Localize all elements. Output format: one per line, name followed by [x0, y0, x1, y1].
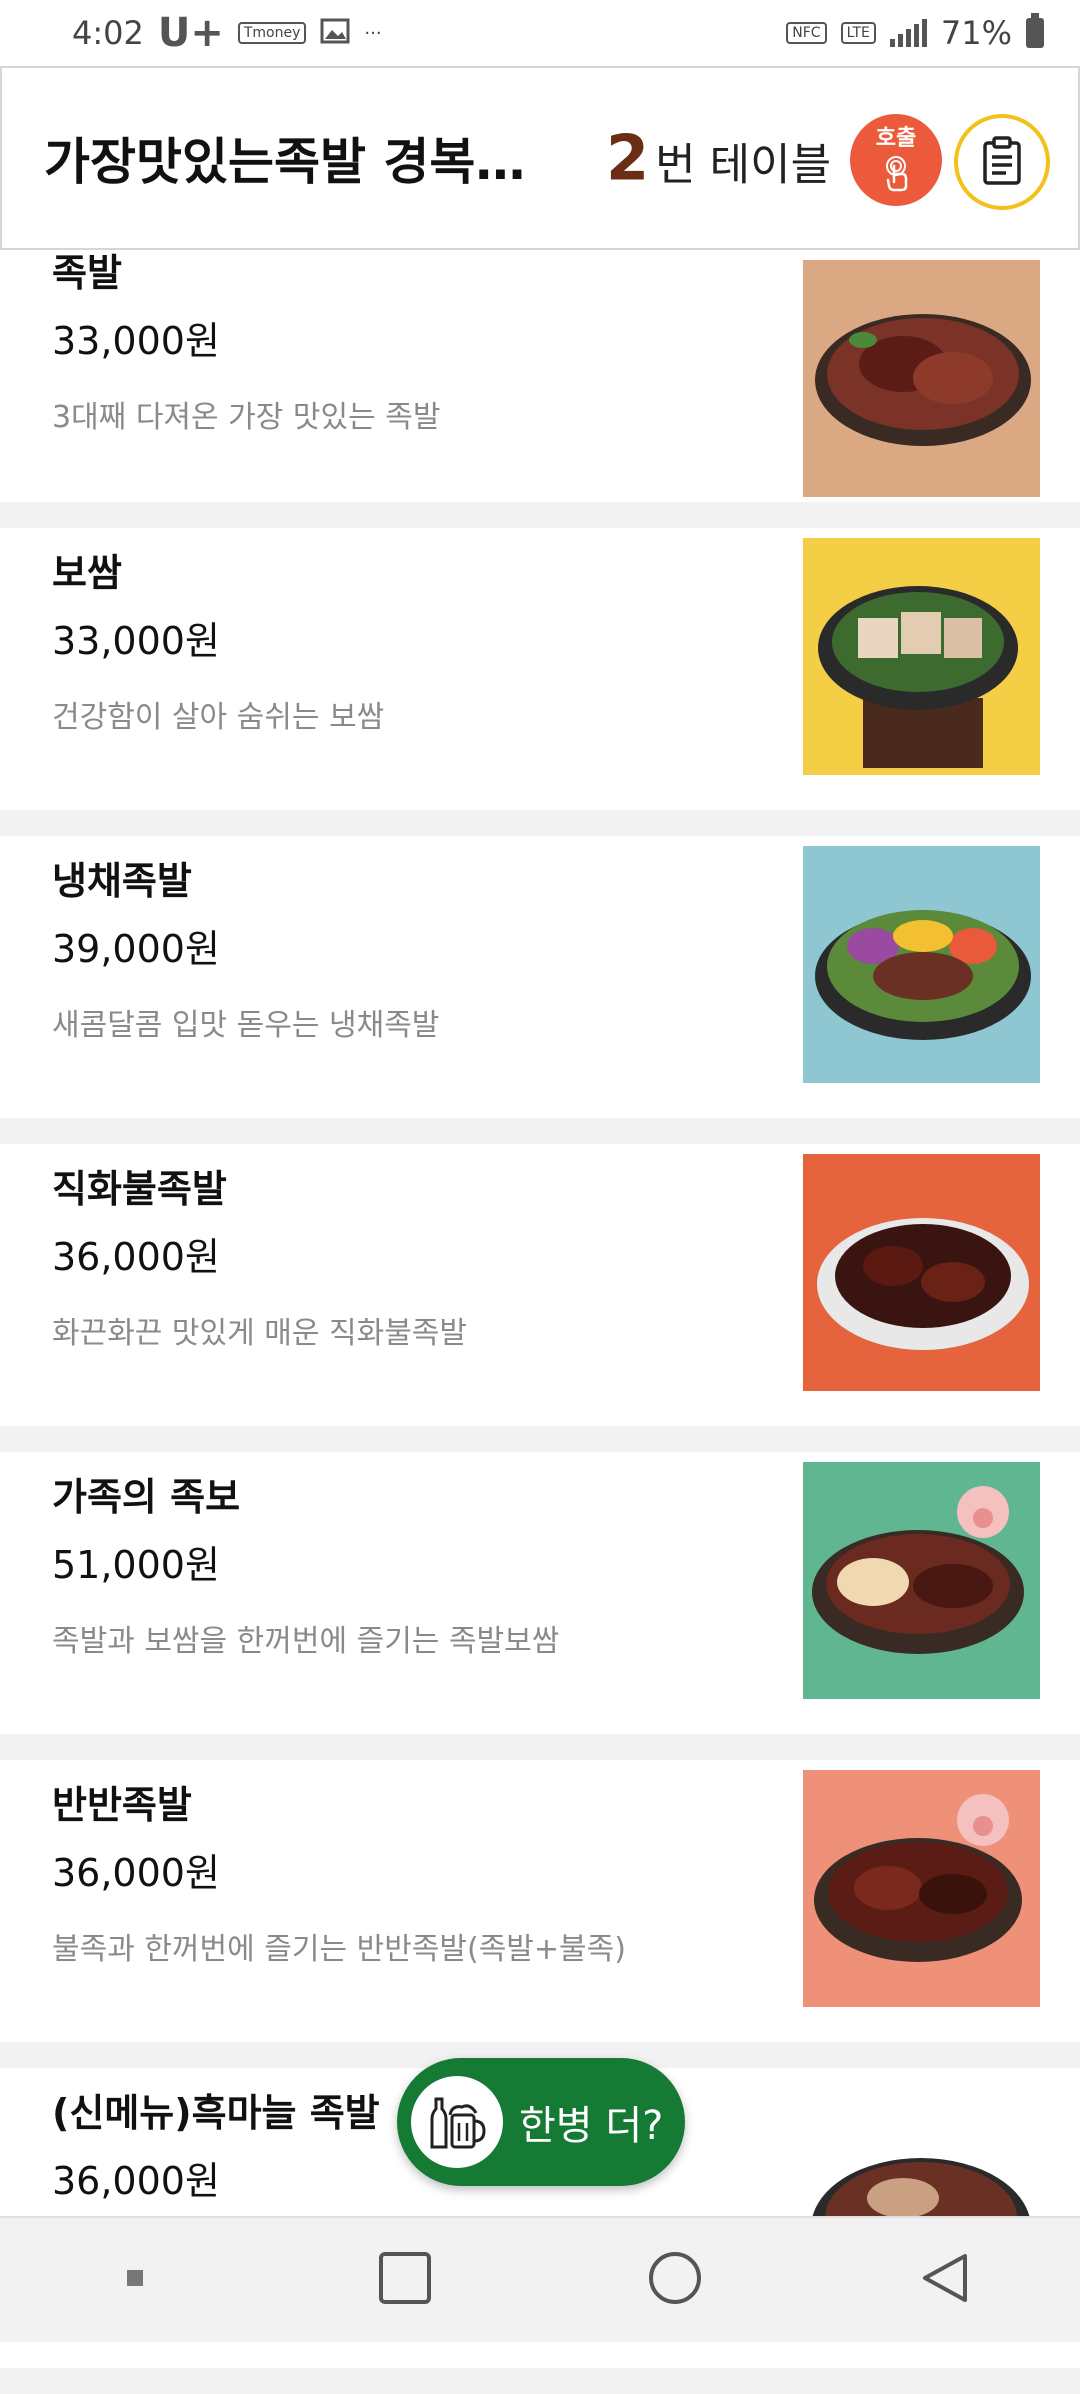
menu-item-price: 36,000원	[52, 1851, 220, 1895]
table-label: 번 테이블	[655, 139, 832, 191]
store-name: 가장맛있는족발 경복…	[44, 133, 526, 191]
app-header: 가장맛있는족발 경복… 2 번 테이블 호출	[0, 66, 1080, 250]
menu-item-name: (신메뉴)흑마늘 족발	[52, 2091, 380, 2135]
menu-item-name: 직화불족발	[52, 1167, 227, 1211]
status-bar: 4:02 U+ Tmoney ··· NFC LTE 71%	[0, 0, 1080, 66]
tap-hand-icon	[876, 152, 916, 196]
status-bar-left: 4:02 U+ Tmoney ···	[72, 10, 382, 56]
carrier-label: U+	[157, 10, 224, 56]
table-number: 2	[606, 121, 650, 195]
one-more-bottle-button[interactable]: 한병 더?	[397, 2058, 685, 2186]
menu-item-description: 화끈화끈 맛있게 매운 직화불족발	[52, 1316, 468, 1351]
lte-icon: LTE	[840, 22, 876, 44]
menu-item[interactable]: 보쌈 33,000원 건강함이 살아 숨쉬는 보쌈	[0, 528, 1080, 810]
nav-recents-button[interactable]	[355, 2230, 455, 2330]
nfc-icon: NFC	[786, 22, 827, 44]
battery-percent: 71%	[940, 14, 1012, 52]
signal-icon	[889, 19, 927, 47]
menu-item-price: 33,000원	[52, 319, 220, 363]
menu-item-image	[803, 260, 1040, 497]
menu-item-description: 건강함이 살아 숨쉬는 보쌈	[52, 700, 385, 735]
back-triangle-icon	[917, 2250, 973, 2310]
menu-item-image	[803, 538, 1040, 775]
more-notifications-icon: ···	[364, 22, 382, 44]
beer-bottle-icon	[411, 2076, 503, 2168]
menu-item-description: 불족과 한꺼번에 즐기는 반반족발(족발+불족)	[52, 1932, 626, 1967]
table-info: 2 번 테이블	[606, 122, 831, 195]
home-icon	[647, 2250, 703, 2310]
menu-item[interactable]: 반반족발 36,000원 불족과 한꺼번에 즐기는 반반족발(족발+불족)	[0, 1760, 1080, 2042]
menu-item-image	[803, 1154, 1040, 1391]
one-more-bottle-label: 한병 더?	[519, 2103, 664, 2149]
nav-menu-button[interactable]	[85, 2230, 185, 2330]
nav-home-button[interactable]	[625, 2230, 725, 2330]
menu-item-image	[803, 1462, 1040, 1699]
menu-item[interactable]: 가족의 족보 51,000원 족발과 보쌈을 한꺼번에 즐기는 족발보쌈	[0, 1452, 1080, 1734]
status-bar-right: NFC LTE 71%	[786, 13, 1044, 52]
menu-item-name: 냉채족발	[52, 859, 192, 903]
menu-item-image	[803, 1770, 1040, 2007]
status-time: 4:02	[72, 14, 144, 52]
order-list-button[interactable]	[954, 114, 1050, 210]
menu-item-description: 3대째 다져온 가장 맛있는 족발	[52, 400, 441, 435]
menu-item[interactable]: 족발 33,000원 3대째 다져온 가장 맛있는 족발	[0, 250, 1080, 502]
menu-item-price: 36,000원	[52, 1235, 220, 1279]
menu-item[interactable]: 직화불족발 36,000원 화끈화끈 맛있게 매운 직화불족발	[0, 1144, 1080, 1426]
tmoney-icon: Tmoney	[237, 22, 307, 44]
gallery-icon	[320, 14, 350, 52]
menu-item-image	[803, 846, 1040, 1083]
menu-item-price: 36,000원	[52, 2159, 220, 2203]
menu-item-description: 족발과 보쌈을 한꺼번에 즐기는 족발보쌈	[52, 1624, 560, 1659]
recents-icon	[377, 2250, 433, 2310]
menu-item-price: 33,000원	[52, 619, 220, 663]
system-nav-bar	[0, 2216, 1080, 2342]
battery-icon	[1026, 13, 1044, 48]
call-label: 호출	[875, 126, 917, 151]
menu-item[interactable]: 냉채족발 39,000원 새콤달콤 입맛 돋우는 냉채족발	[0, 836, 1080, 1118]
clipboard-icon	[979, 135, 1025, 189]
menu-item-price: 51,000원	[52, 1543, 220, 1587]
menu-item-description: 새콤달콤 입맛 돋우는 냉채족발	[52, 1008, 440, 1043]
menu-item-name: 가족의 족보	[52, 1475, 241, 1519]
menu-item-price: 39,000원	[52, 927, 220, 971]
menu-item-name: 보쌈	[52, 551, 122, 595]
menu-item-name: 반반족발	[52, 1783, 192, 1827]
call-staff-button[interactable]: 호출	[850, 114, 942, 206]
menu-item-name: 족발	[52, 251, 122, 295]
small-square-icon	[125, 2268, 145, 2292]
nav-back-button[interactable]	[895, 2230, 995, 2330]
